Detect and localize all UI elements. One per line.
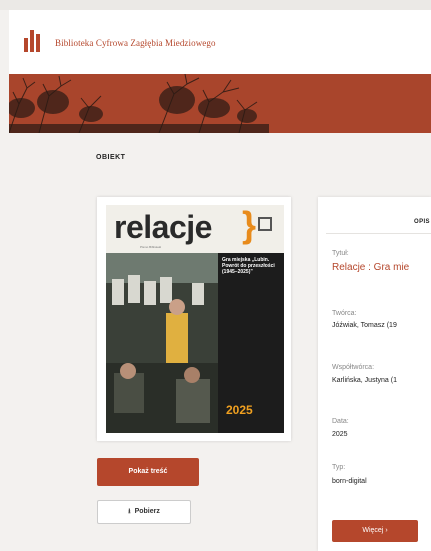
more-label: Więcej [362, 527, 384, 534]
download-button[interactable]: ⭳ Pobierz [97, 500, 191, 524]
browser-top-strip [0, 0, 431, 10]
site-header: Biblioteka Cyfrowa Zagłębia Miedziowego [9, 10, 431, 74]
date-label: Data: [332, 418, 349, 425]
creator-value[interactable]: Jóźwiak, Tomasz (19 [332, 322, 397, 329]
creator-label: Twórca: [332, 310, 357, 317]
magazine-logo-icon [258, 217, 272, 231]
library-logo-icon[interactable] [24, 30, 46, 52]
title-value: Relacje : Gra mie [332, 262, 410, 273]
show-content-button[interactable]: Pokaż treść [97, 458, 199, 486]
type-value: born-digital [332, 478, 367, 485]
description-divider [326, 233, 431, 234]
cover-photo [106, 253, 218, 433]
magazine-brace: } [242, 205, 257, 245]
date-value: 2025 [332, 431, 348, 438]
title-label: Tytuł: [332, 250, 349, 257]
chevron-right-icon: › [385, 527, 388, 534]
cover-year: 2025 [226, 403, 253, 417]
description-heading: OPIS [414, 219, 430, 225]
header-banner-image [9, 74, 431, 133]
more-button[interactable]: Więcej › [332, 520, 418, 542]
contributor-label: Współtwórca: [332, 364, 375, 371]
magazine-subtitle: Pismo Biblioteki [140, 245, 162, 249]
type-label: Typ: [332, 464, 346, 471]
contributor-value[interactable]: Karlińska, Justyna (1 [332, 377, 397, 384]
magazine-title: relacje [114, 209, 212, 245]
site-name[interactable]: Biblioteka Cyfrowa Zagłębia Miedziowego [55, 38, 216, 48]
download-label: Pobierz [134, 508, 160, 515]
cover-image[interactable]: relacje } Pismo Biblioteki Gra miejska „… [106, 205, 284, 433]
cover-headline: Gra miejska „Lubin. Powrót do przeszłośc… [222, 257, 275, 275]
download-icon: ⭳ [128, 508, 131, 515]
section-label: OBIEKT [96, 154, 126, 161]
